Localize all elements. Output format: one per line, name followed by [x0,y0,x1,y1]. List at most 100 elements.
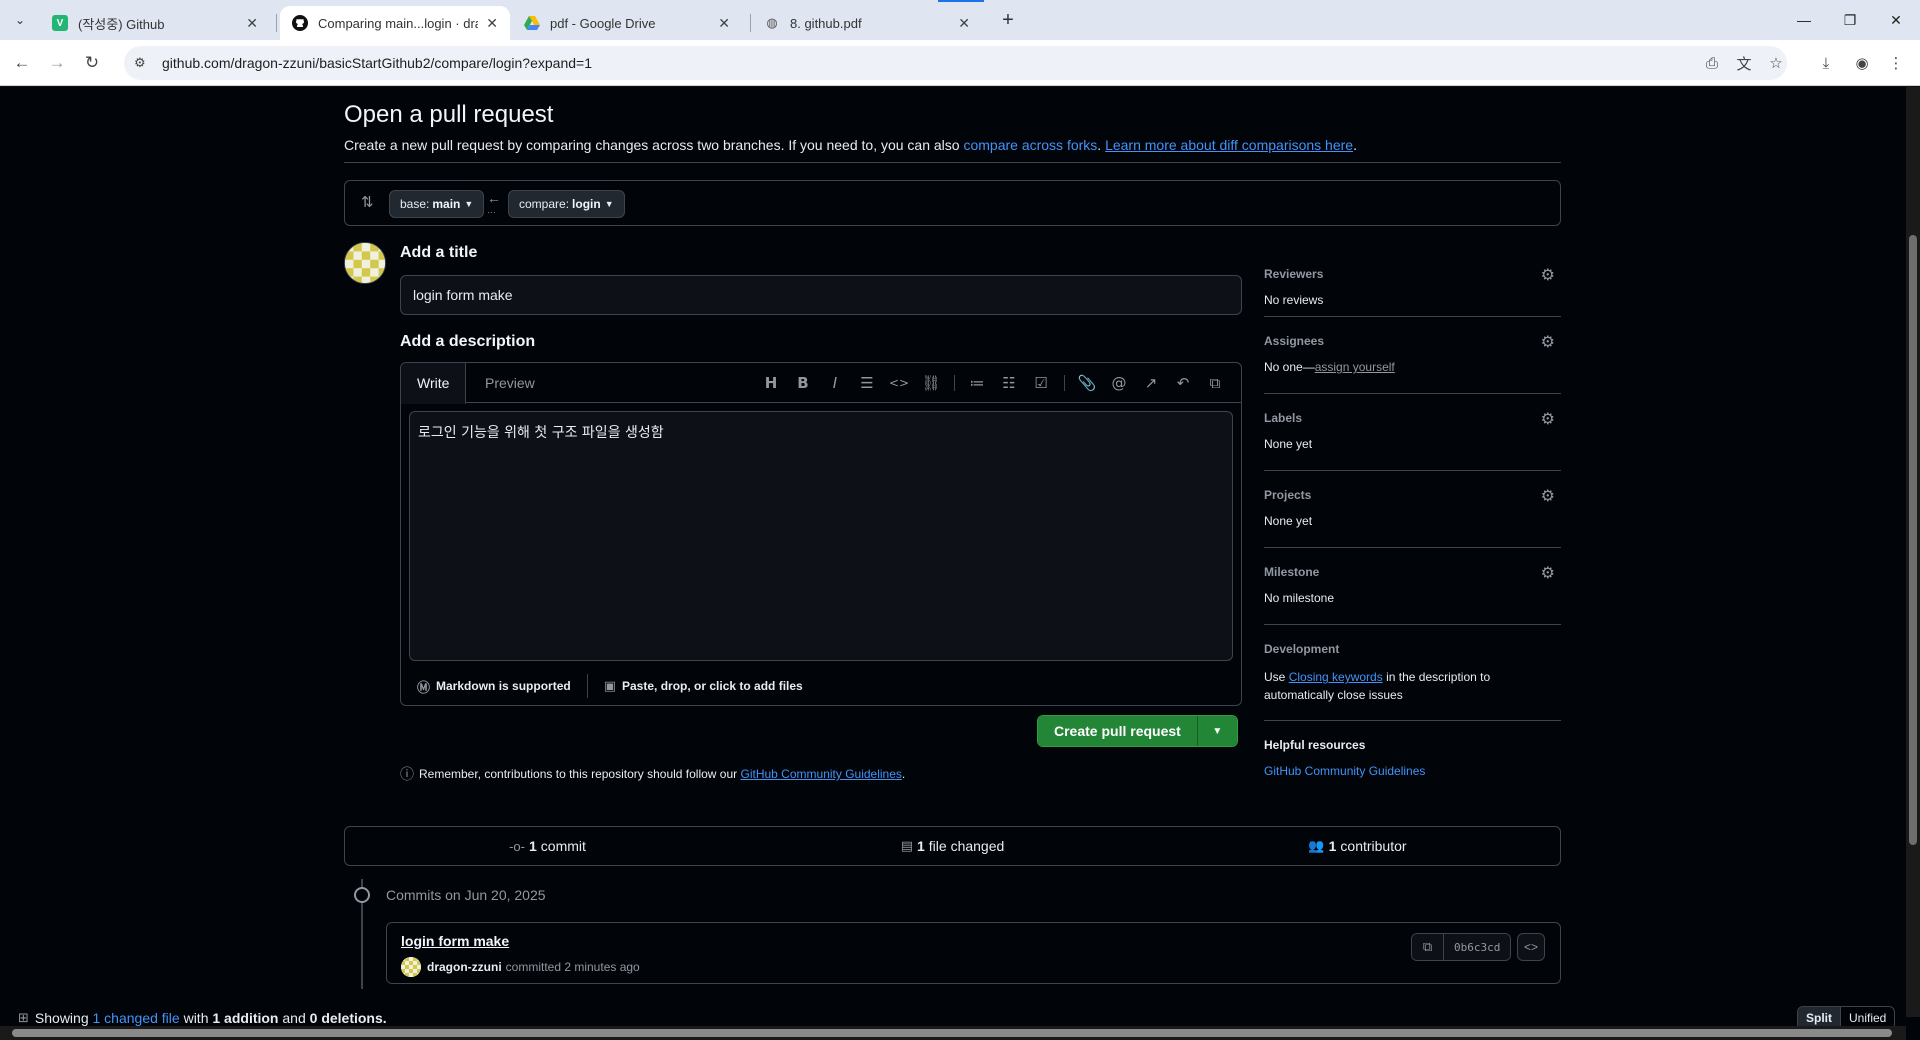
assign-yourself-link[interactable]: assign yourself [1315,360,1395,374]
cross-reference-icon[interactable]: ↗ [1140,373,1162,393]
quote-icon[interactable]: ☰ [856,373,878,393]
task-list-icon[interactable]: ☑ [1030,373,1052,393]
labels-gear-icon[interactable]: ⚙ [1541,409,1555,429]
close-tab-icon[interactable]: ✕ [486,15,498,32]
add-files-button[interactable]: ▣ Paste, drop, or click to add files [588,678,819,694]
commit-sha-group: ⧉ 0b6c3cd [1411,933,1512,961]
unordered-list-icon[interactable]: ☷ [998,373,1020,393]
title-input[interactable] [400,275,1242,315]
milestone-section: Milestone ⚙ No milestone [1264,548,1561,625]
browser-toolbar: ← → ↻ ⚙ github.com/dragon-zzuni/basicSta… [0,40,1920,86]
avatar[interactable] [344,242,386,284]
create-options-caret-icon[interactable]: ▼ [1196,716,1237,746]
toolbar-separator [954,375,955,391]
globe-icon: ◍ [766,15,778,30]
commit-title-link[interactable]: login form make [401,933,509,949]
hscroll-thumb[interactable] [12,1029,1892,1037]
mention-icon[interactable]: @ [1108,373,1130,393]
tab-comparing[interactable]: Comparing main...login · drago ✕ [280,6,510,40]
projects-gear-icon[interactable]: ⚙ [1541,486,1555,506]
close-tab-icon[interactable]: ✕ [246,15,258,32]
window-close-icon[interactable]: ✕ [1876,8,1916,32]
close-tab-icon[interactable]: ✕ [958,15,970,32]
install-app-icon[interactable]: ⎙ [1700,51,1724,75]
divider [344,162,1561,163]
back-icon[interactable]: ← [10,51,34,75]
forward-icon[interactable]: → [45,51,69,75]
reload-icon[interactable]: ↻ [80,51,104,75]
projects-section: Projects ⚙ None yet [1264,471,1561,548]
commit-sha-link[interactable]: 0b6c3cd [1444,934,1511,960]
base-branch-button[interactable]: base: main ▼ [389,190,485,218]
files-changed-summary[interactable]: ▤ 1 file changed [750,838,1155,854]
github-icon [292,15,308,31]
profile-icon[interactable]: ◉ [1850,51,1874,75]
menu-kebab-icon[interactable]: ⋮ [1884,51,1908,75]
download-icon[interactable]: ⤓ [1814,51,1838,75]
tab-draft-github[interactable]: V (작성중) Github ✕ [40,6,270,40]
google-drive-icon [524,15,540,31]
git-compare-icon: ⇅ [361,194,374,211]
code-icon[interactable]: <> [888,373,910,393]
changed-files-link[interactable]: 1 changed file [93,1010,180,1026]
minimize-icon[interactable]: — [1784,8,1824,32]
community-guidelines-link[interactable]: GitHub Community Guidelines [741,767,902,781]
italic-icon[interactable]: I [824,373,846,393]
bookmark-star-icon[interactable]: ☆ [1764,51,1788,75]
heading-icon[interactable]: H [760,373,782,393]
reply-icon[interactable]: ↶ [1172,373,1194,393]
compare-branch-button[interactable]: compare: login ▼ [508,190,625,218]
tab-search-icon[interactable]: ⌄ [8,8,32,32]
vertical-scrollbar[interactable] [1906,87,1920,1017]
attach-icon[interactable]: 📎 [1076,373,1098,393]
assignees-gear-icon[interactable]: ⚙ [1541,332,1555,352]
close-tab-icon[interactable]: ✕ [718,15,730,32]
commit-timeline-icon [354,887,370,903]
fullscreen-icon[interactable]: ⧉ [1204,373,1226,393]
github-page: Open a pull request Create a new pull re… [0,87,1920,1040]
link-icon[interactable]: ⛓ [920,373,942,393]
branch-selector-bar: ⇅ base: main ▼ ←… compare: login ▼ [344,180,1561,226]
author-avatar[interactable] [401,957,421,977]
site-info-icon[interactable]: ⚙ [134,55,156,71]
horizontal-scrollbar[interactable] [0,1026,1906,1040]
learn-diff-link[interactable]: Learn more about diff comparisons here [1105,137,1353,153]
restore-icon[interactable]: ❐ [1830,8,1870,32]
helpful-guidelines-link[interactable]: GitHub Community Guidelines [1264,764,1425,778]
closing-keywords-link[interactable]: Closing keywords [1289,670,1383,684]
reviewers-gear-icon[interactable]: ⚙ [1541,265,1555,285]
file-diff-icon: ▤ [900,838,913,853]
browse-repository-icon[interactable]: <> [1517,933,1545,961]
bold-icon[interactable]: B [792,373,814,393]
diff-file-icon: ⊞ [18,1010,29,1025]
commit-author-link[interactable]: dragon-zzuni [427,960,502,974]
new-tab-icon[interactable]: + [996,8,1020,32]
ordered-list-icon[interactable]: ≔ [966,373,988,393]
tab-github-pdf[interactable]: ◍ 8. github.pdf ✕ [752,6,982,40]
tab-preview[interactable]: Preview [469,363,551,403]
git-commit-icon: -o- [509,838,525,854]
address-bar[interactable]: ⚙ github.com/dragon-zzuni/basicStartGith… [124,46,1787,80]
create-pull-request-button[interactable]: Create pull request [1038,716,1197,746]
tab-google-drive[interactable]: pdf - Google Drive ✕ [512,6,742,40]
markdown-supported-link[interactable]: Ⓜ Markdown is supported [401,677,587,696]
tab-separator [750,14,751,32]
add-description-label: Add a description [400,333,536,350]
helpful-resources-section: Helpful resources GitHub Community Guide… [1264,738,1426,778]
contributors-summary[interactable]: 👥 1 contributor [1155,838,1560,854]
commits-summary[interactable]: -o- 1 commit [345,838,750,854]
caret-down-icon: ▼ [604,199,614,209]
page-title: Open a pull request [344,101,554,128]
copy-sha-icon[interactable]: ⧉ [1412,934,1444,960]
description-textarea[interactable] [409,411,1233,661]
image-icon: ▣ [603,678,616,693]
compare-forks-link[interactable]: compare across forks [963,137,1097,153]
scroll-thumb[interactable] [1909,235,1917,845]
milestone-gear-icon[interactable]: ⚙ [1541,563,1555,583]
commit-meta: dragon-zzuni committed 2 minutes ago [401,957,640,977]
editor-header: Write Preview H B I ☰ <> ⛓ ≔ ☷ ☑ 📎 @ ↗ ↶… [401,363,1241,404]
tab-write[interactable]: Write [401,363,467,404]
guidelines-notice: ⓘ Remember, contributions to this reposi… [400,766,906,782]
markdown-icon: Ⓜ [417,679,431,695]
translate-icon[interactable]: 文 [1732,51,1756,75]
